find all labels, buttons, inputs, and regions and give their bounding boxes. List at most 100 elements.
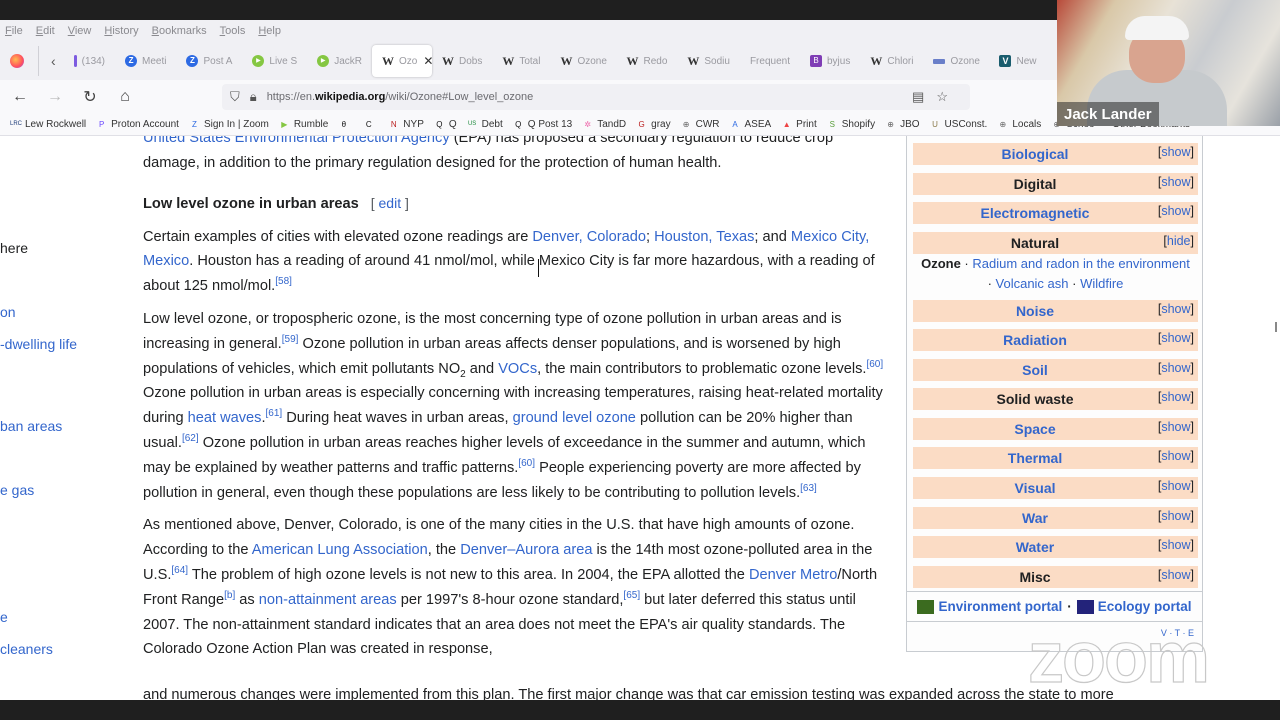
- browser-tab[interactable]: W Redo: [616, 45, 677, 77]
- bookmark-item[interactable]: U USConst.: [930, 119, 987, 130]
- environment-portal-link[interactable]: Environment portal: [938, 599, 1062, 614]
- bookmark-item[interactable]: Q Q Post 13: [513, 119, 572, 130]
- toc-item[interactable]: ban areas: [0, 418, 62, 434]
- link-heat-waves[interactable]: heat waves: [188, 410, 262, 426]
- bookmark-item[interactable]: ⊕ CWR: [681, 119, 720, 130]
- navbox-toggle[interactable]: [show]: [1158, 204, 1194, 218]
- forward-icon[interactable]: →: [40, 88, 70, 106]
- navbox-toggle[interactable]: [show]: [1158, 390, 1194, 404]
- browser-tab[interactable]: Bbyjus: [800, 45, 860, 77]
- menu-tools[interactable]: Tools: [220, 25, 246, 37]
- ecology-portal-link[interactable]: Ecology portal: [1098, 599, 1192, 614]
- bookmark-item[interactable]: ✲ TandD: [582, 119, 626, 130]
- navbox-toggle[interactable]: [show]: [1158, 331, 1194, 345]
- navbox-toggle[interactable]: [show]: [1158, 568, 1194, 582]
- bookmark-item[interactable]: US Debt: [467, 119, 503, 130]
- menu-help[interactable]: Help: [258, 25, 281, 37]
- citation[interactable]: [60]: [518, 458, 535, 469]
- navbox-toggle[interactable]: [show]: [1158, 479, 1194, 493]
- link-radium-radon[interactable]: Radium and radon in the environment: [972, 256, 1190, 271]
- browser-tab[interactable]: Z Meeti: [115, 45, 176, 77]
- citation[interactable]: [59]: [282, 334, 299, 345]
- link-denver-metro[interactable]: Denver Metro: [749, 567, 837, 583]
- citation[interactable]: [60]: [866, 359, 883, 370]
- browser-tab[interactable]: ▶ JackR: [307, 45, 372, 77]
- citation[interactable]: [61]: [266, 408, 283, 419]
- link-ground-level-ozone[interactable]: ground level ozone: [513, 410, 636, 426]
- back-icon[interactable]: ←: [5, 88, 35, 106]
- link-wildfire[interactable]: Wildfire: [1080, 276, 1123, 291]
- citation[interactable]: [63]: [800, 483, 817, 494]
- navbox-group-title[interactable]: War: [913, 510, 1157, 526]
- browser-tab[interactable]: W Chlori: [860, 45, 923, 77]
- bookmark-item[interactable]: Ggray: [636, 119, 671, 130]
- toc-item[interactable]: here: [0, 240, 28, 256]
- browser-tab[interactable]: (134): [64, 45, 115, 77]
- tab-scroll-left-icon[interactable]: ‹: [51, 53, 56, 69]
- close-tab-icon[interactable]: ✕: [423, 54, 432, 68]
- home-icon[interactable]: ⌂: [110, 88, 140, 106]
- navbox-group-title[interactable]: Radiation: [913, 332, 1157, 348]
- link-houston[interactable]: Houston, Texas: [654, 229, 754, 245]
- bookmark-item[interactable]: N NYP: [388, 119, 424, 130]
- browser-tab[interactable]: W Sodiu: [677, 45, 740, 77]
- citation[interactable]: [b]: [224, 590, 235, 601]
- menu-edit[interactable]: Edit: [36, 25, 55, 37]
- bookmark-item[interactable]: C: [363, 119, 378, 130]
- citation[interactable]: [64]: [171, 565, 188, 576]
- navbox-toggle[interactable]: [show]: [1158, 361, 1194, 375]
- menu-file[interactable]: File: [5, 25, 23, 37]
- bookmark-item[interactable]: S Shopify: [827, 119, 876, 130]
- bookmark-item[interactable]: P Proton Account: [96, 119, 179, 130]
- navbox-toggle[interactable]: [show]: [1158, 538, 1194, 552]
- link-denver[interactable]: Denver, Colorado: [532, 229, 646, 245]
- navbox-toggle[interactable]: [show]: [1158, 175, 1194, 189]
- bookmark-item[interactable]: ▶ Rumble: [279, 119, 328, 130]
- navbox-group-title[interactable]: Space: [913, 421, 1157, 437]
- citation[interactable]: [62]: [182, 433, 199, 444]
- browser-tab[interactable]: Frequent: [740, 45, 800, 77]
- browser-tab[interactable]: Z Post A: [176, 45, 242, 77]
- scrollbar[interactable]: [1275, 322, 1277, 332]
- citation[interactable]: [58]: [275, 276, 292, 287]
- bookmark-item[interactable]: ⊕ Locals: [997, 119, 1041, 130]
- navbox-group-title[interactable]: Water: [913, 539, 1157, 555]
- browser-tab[interactable]: W Ozone: [550, 45, 616, 77]
- url-text[interactable]: https://en.wikipedia.org/wiki/Ozone#Low_…: [267, 91, 534, 103]
- menu-view[interactable]: View: [68, 25, 92, 37]
- url-bar[interactable]: ⛉ 🔒︎ https://en.wikipedia.org/wiki/Ozone…: [222, 84, 970, 110]
- lock-icon[interactable]: 🔒︎: [250, 89, 257, 105]
- navbox-group-title[interactable]: Electromagnetic: [913, 205, 1157, 221]
- reload-icon[interactable]: ↻: [75, 87, 105, 107]
- link-american-lung-association[interactable]: American Lung Association: [252, 542, 428, 558]
- menu-bookmarks[interactable]: Bookmarks: [152, 25, 207, 37]
- menu-history[interactable]: History: [104, 25, 138, 37]
- navbox-toggle[interactable]: [show]: [1158, 302, 1194, 316]
- browser-tab[interactable]: ▶ Live S: [242, 45, 307, 77]
- bookmark-item[interactable]: QQ: [434, 119, 456, 130]
- navbox-toggle[interactable]: [hide]: [1163, 234, 1194, 248]
- citation[interactable]: [65]: [623, 590, 640, 601]
- bookmark-item[interactable]: LRC Lew Rockwell: [10, 119, 86, 130]
- navbox-group-title[interactable]: Noise: [913, 303, 1157, 319]
- bookmark-item[interactable]: Z Sign In | Zoom: [189, 119, 269, 130]
- edit-link[interactable]: edit: [379, 195, 402, 211]
- navbox-group-title[interactable]: Soil: [913, 362, 1157, 378]
- toc-item[interactable]: -dwelling life: [0, 336, 77, 352]
- toc-item[interactable]: e: [0, 609, 8, 625]
- navbox-group-title[interactable]: Biological: [913, 146, 1157, 162]
- bookmark-item[interactable]: ⊕ JBO: [885, 119, 919, 130]
- firefox-logo-icon[interactable]: [10, 54, 24, 68]
- browser-tab[interactable]: W Total: [492, 45, 550, 77]
- navbox-toggle[interactable]: [show]: [1158, 145, 1194, 159]
- navbox-toggle[interactable]: [show]: [1158, 449, 1194, 463]
- bookmark-star-icon[interactable]: ☆: [936, 89, 960, 104]
- bookmark-item[interactable]: A ASEA: [729, 119, 771, 130]
- toc-item[interactable]: e gas: [0, 482, 34, 498]
- link-denver-aurora[interactable]: Denver–Aurora area: [460, 542, 592, 558]
- browser-tab[interactable]: W Ozo ✕: [371, 45, 432, 77]
- browser-tab[interactable]: V New: [989, 45, 1046, 77]
- navbox-group-title[interactable]: Thermal: [913, 450, 1157, 466]
- link-epa[interactable]: United States Environmental Protection A…: [143, 136, 450, 146]
- link-non-attainment[interactable]: non-attainment areas: [259, 592, 397, 608]
